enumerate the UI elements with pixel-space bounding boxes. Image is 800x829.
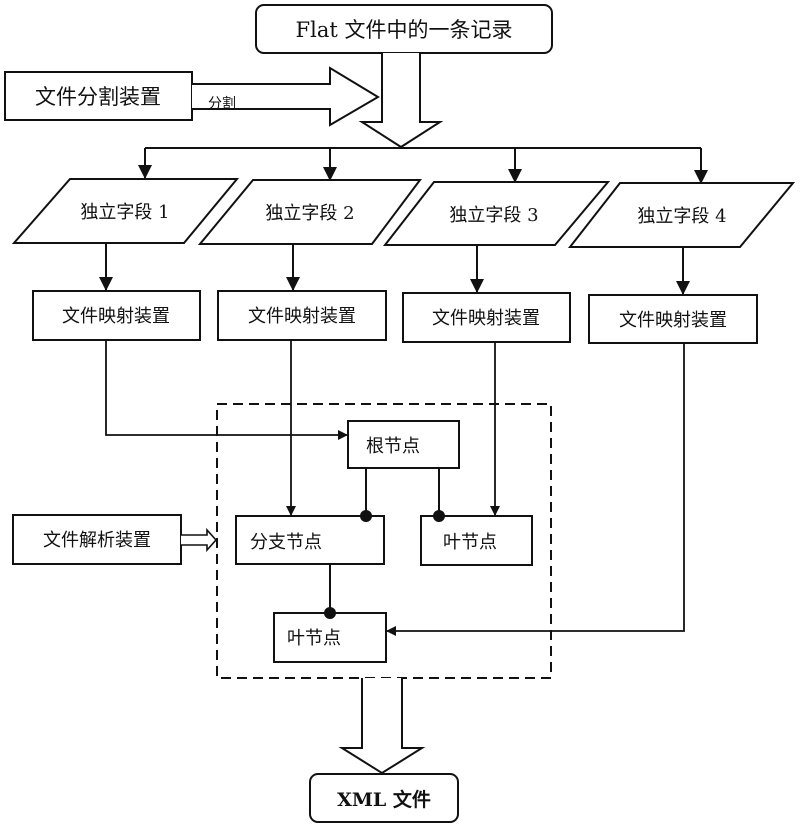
branch-label: 分支节点 xyxy=(250,532,322,553)
field-node-2: 独立字段 2 xyxy=(197,179,422,245)
field-label-3: 独立字段 3 xyxy=(449,205,538,226)
parser-node: 文件解析装置 xyxy=(12,514,182,565)
splitter-node: 文件分割装置 xyxy=(4,71,193,121)
mapper-label-1: 文件映射装置 xyxy=(62,306,170,327)
record-label: Flat 文件中的一条记录 xyxy=(296,18,513,42)
tree-edge-dot xyxy=(324,607,336,619)
mapper-to-tree-arrows xyxy=(105,340,685,636)
distribution-lines xyxy=(138,147,708,184)
split-arrow-label: 分割 xyxy=(208,95,236,112)
mapper-node-3: 文件映射装置 xyxy=(402,292,571,343)
field-label-2: 独立字段 2 xyxy=(265,203,354,224)
field-node-3: 独立字段 3 xyxy=(382,181,611,246)
mapper-node-1: 文件映射装置 xyxy=(32,290,201,341)
xml-output-label: XML 文件 xyxy=(337,788,431,811)
field-node-4: 独立字段 4 xyxy=(567,182,796,248)
splitter-label: 文件分割装置 xyxy=(35,85,161,109)
flowchart: Flat 文件中的一条记录 文件分割装置 分割 独立字段 1 独立字段 2 独立… xyxy=(4,4,796,823)
leaf-lower-label: 叶节点 xyxy=(287,628,341,649)
record-node: Flat 文件中的一条记录 xyxy=(255,4,553,54)
root-node: 根节点 xyxy=(347,420,460,469)
output-down-arrow xyxy=(338,678,426,775)
tree-edge-dot xyxy=(360,510,372,522)
xml-output-node: XML 文件 xyxy=(309,773,459,823)
mapper-label-2: 文件映射装置 xyxy=(248,306,356,327)
field-to-mapper-arrows xyxy=(99,243,690,295)
tree-edge-dot xyxy=(433,510,445,522)
field-label-4: 独立字段 4 xyxy=(637,206,726,227)
field-label-1: 独立字段 1 xyxy=(80,202,169,223)
parser-label: 文件解析装置 xyxy=(43,530,151,551)
parser-arrow xyxy=(181,527,218,553)
root-label: 根节点 xyxy=(366,436,420,457)
mapper-label-4: 文件映射装置 xyxy=(619,310,727,331)
mapper-node-2: 文件映射装置 xyxy=(217,290,387,341)
leaf-node-right: 叶节点 xyxy=(420,515,533,566)
field-node-1: 独立字段 1 xyxy=(11,178,240,244)
mapper-node-4: 文件映射装置 xyxy=(588,294,758,344)
leaf-node-lower: 叶节点 xyxy=(273,612,387,663)
branch-node: 分支节点 xyxy=(235,515,385,565)
leaf-right-label: 叶节点 xyxy=(443,532,497,553)
mapper-label-3: 文件映射装置 xyxy=(432,308,540,329)
